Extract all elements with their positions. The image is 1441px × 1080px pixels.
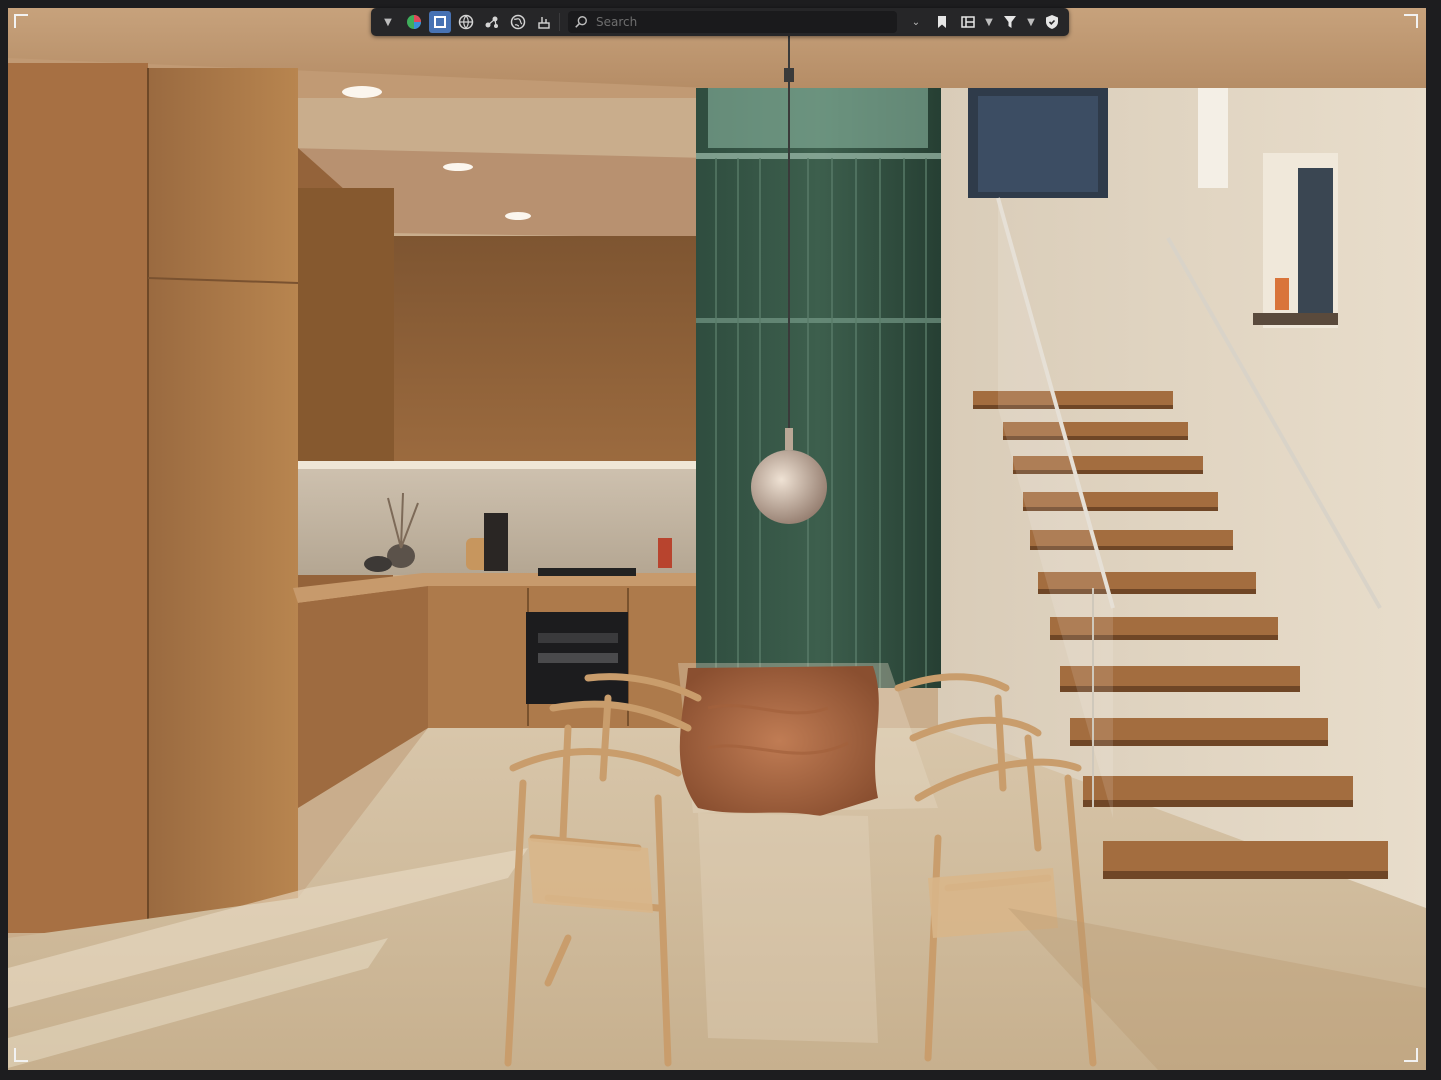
render-image [8,8,1426,1070]
chevron-down-icon[interactable]: ▼ [983,17,995,28]
wire-globe-icon[interactable] [455,11,477,33]
armature-icon[interactable] [533,11,555,33]
layout-icon[interactable] [957,11,979,33]
search-icon [575,16,587,28]
selectable-square-icon [434,16,446,28]
display-mode-dropdown[interactable]: ▼ [377,11,399,33]
bookmark-icon[interactable] [931,11,953,33]
chevron-down-icon: ▼ [384,16,392,28]
outliner-toolbar: ▼ ⌄ ▼ ▼ [371,8,1069,36]
render-viewport[interactable] [8,8,1426,1070]
viewport-corner-bl [14,1048,28,1062]
nodes-icon[interactable] [481,11,503,33]
chevron-down-icon[interactable]: ▼ [1025,17,1037,28]
globe-icon[interactable] [507,11,529,33]
chevron-down-icon: ⌄ [911,16,921,28]
toolbar-separator [559,13,560,31]
viewport-corner-tr [1404,14,1418,28]
search-input[interactable] [594,14,891,30]
viewport-corner-br [1404,1048,1418,1062]
filter-icon[interactable] [999,11,1021,33]
shield-icon[interactable] [1041,11,1063,33]
search-field[interactable] [568,11,897,33]
search-options-dropdown[interactable]: ⌄ [905,11,927,33]
color-sphere-icon[interactable] [403,11,425,33]
selectable-toggle[interactable] [429,11,451,33]
viewport-corner-tl [14,14,28,28]
